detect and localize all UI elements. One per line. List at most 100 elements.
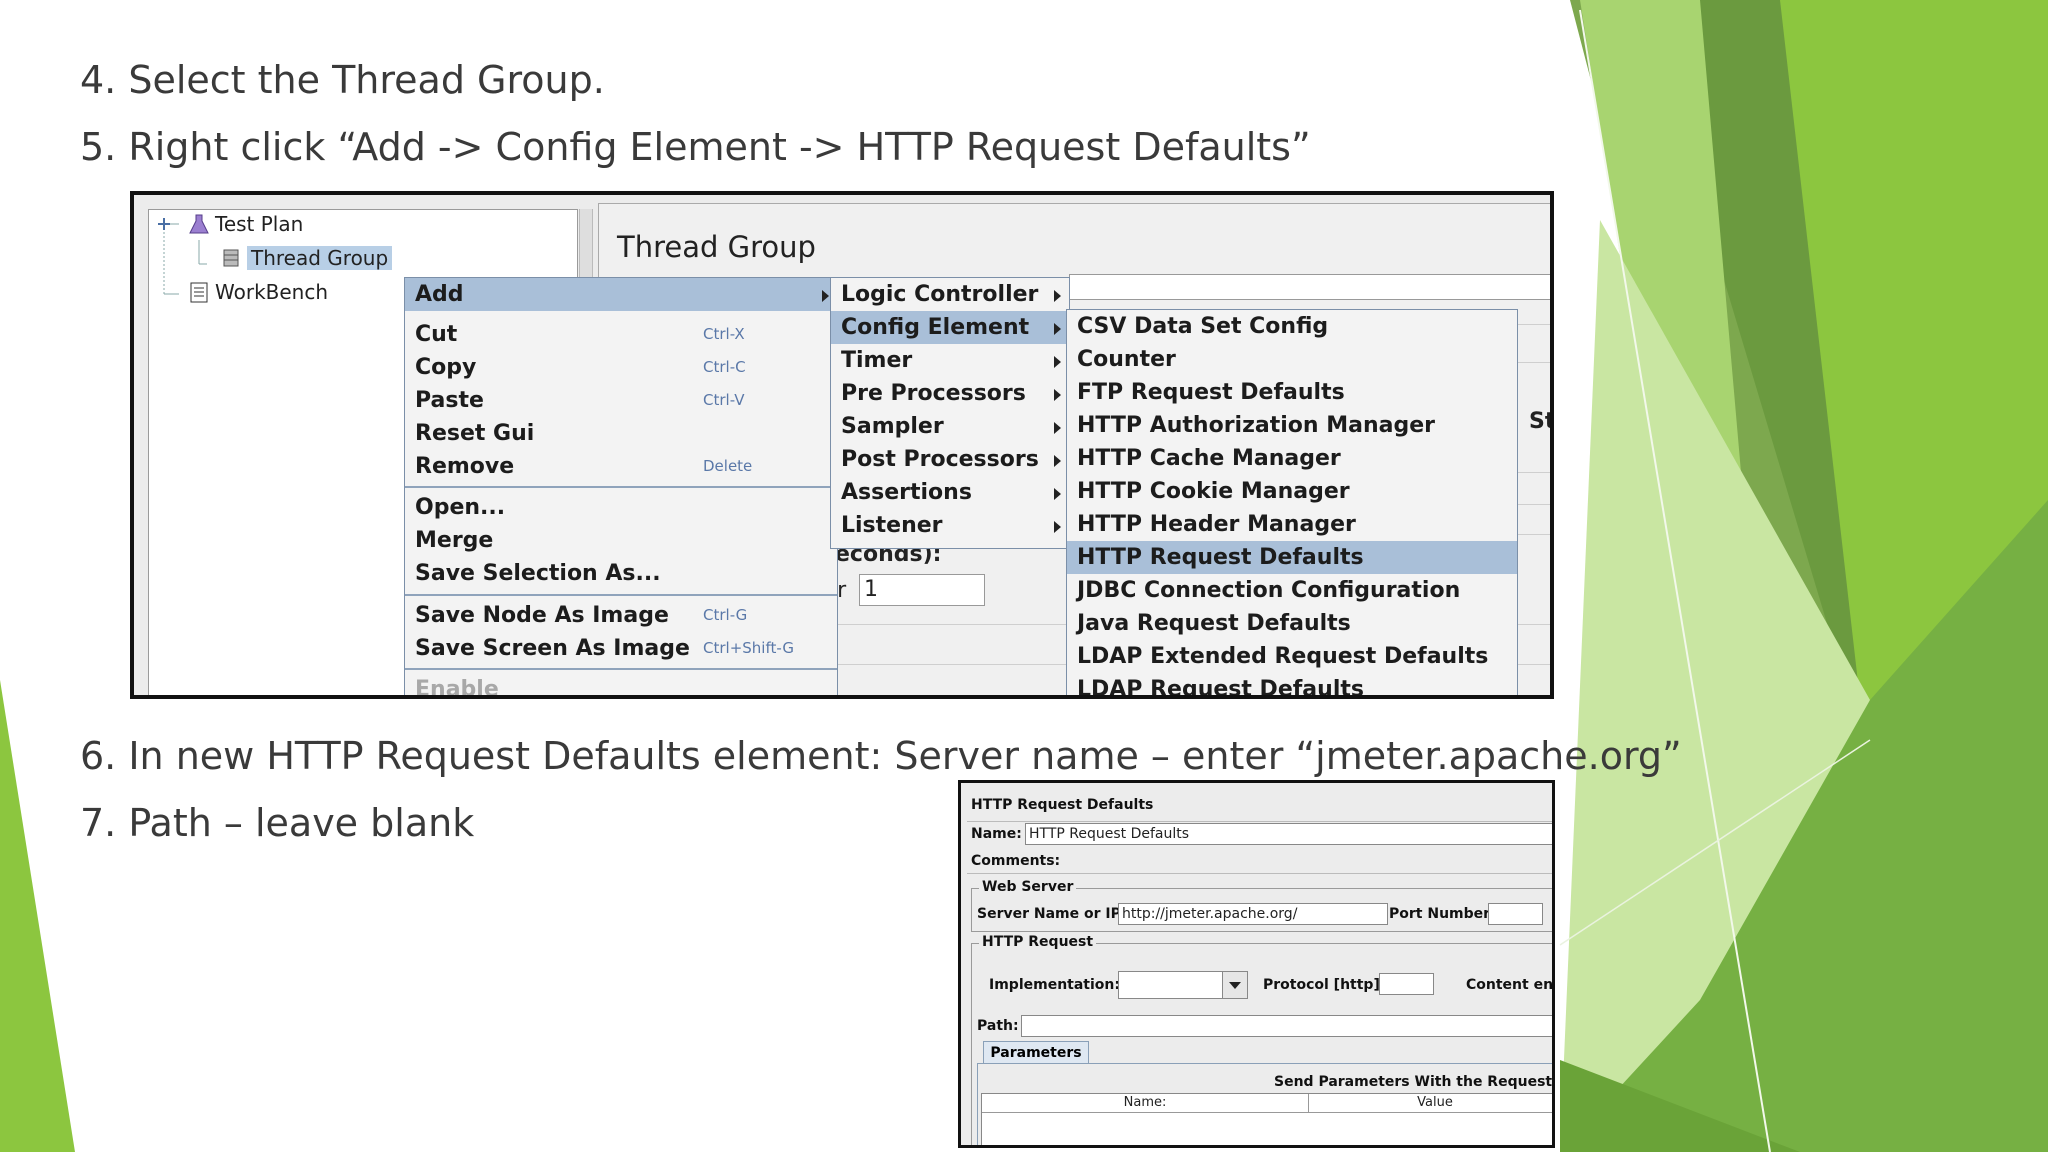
- port-number-label: Port Number:: [1389, 906, 1496, 922]
- loop-count-input[interactable]: 1: [859, 574, 985, 606]
- port-number-input[interactable]: [1488, 903, 1543, 925]
- config-item-counter[interactable]: Counter: [1067, 343, 1517, 376]
- server-name-input[interactable]: http://jmeter.apache.org/: [1118, 903, 1388, 925]
- menu-item-reset-gui[interactable]: Reset Gui: [405, 417, 837, 450]
- submenu-item-pre-processors[interactable]: Pre Processors: [831, 377, 1069, 410]
- cut-off-label: St: [1529, 409, 1554, 434]
- config-item-http-request-defaults[interactable]: HTTP Request Defaults: [1067, 541, 1517, 574]
- parameters-table: Name: Value: [981, 1093, 1552, 1145]
- menu-item-enable: Enable: [405, 673, 837, 699]
- element-title: HTTP Request Defaults: [971, 797, 1154, 813]
- menu-item-label: Merge: [415, 528, 494, 553]
- panel-title: Thread Group: [617, 230, 816, 264]
- submenu-item-assertions[interactable]: Assertions: [831, 476, 1069, 509]
- path-label: Path:: [977, 1018, 1019, 1034]
- config-item-ftp-request-defaults[interactable]: FTP Request Defaults: [1067, 376, 1517, 409]
- menu-item-cut[interactable]: Cut Ctrl-X: [405, 318, 837, 351]
- menu-item-merge[interactable]: Merge: [405, 524, 837, 557]
- jmeter-context-menu-screenshot: Test Plan Thread Group WorkBench Thread …: [130, 191, 1554, 699]
- add-submenu: Logic Controller Config Element Timer Pr…: [830, 277, 1070, 549]
- path-input[interactable]: [1021, 1015, 1552, 1037]
- config-item-csv-data-set-config[interactable]: CSV Data Set Config: [1067, 310, 1517, 343]
- config-item-java-request-defaults[interactable]: Java Request Defaults: [1067, 607, 1517, 640]
- shortcut-label: Delete: [703, 457, 753, 475]
- submenu-item-sampler[interactable]: Sampler: [831, 410, 1069, 443]
- submenu-item-logic-controller[interactable]: Logic Controller: [831, 278, 1069, 311]
- tree-item-workbench[interactable]: WorkBench: [189, 280, 328, 304]
- menu-item-label: HTTP Cookie Manager: [1077, 479, 1350, 504]
- content-encoding-label: Content enc: [1466, 977, 1555, 993]
- menu-item-save-selection-as[interactable]: Save Selection As...: [405, 557, 837, 590]
- menu-item-add[interactable]: Add: [405, 278, 837, 311]
- menu-item-label: Assertions: [841, 480, 972, 505]
- send-parameters-label: Send Parameters With the Request:: [1274, 1074, 1555, 1090]
- shortcut-label: Ctrl+Shift-G: [703, 639, 794, 657]
- chevron-down-icon[interactable]: [1222, 972, 1247, 998]
- panel-name-field[interactable]: [1069, 274, 1550, 300]
- tree-item-label: Test Plan: [215, 212, 304, 236]
- flask-icon: [189, 213, 209, 235]
- comments-label: Comments:: [971, 853, 1061, 869]
- menu-item-label: HTTP Authorization Manager: [1077, 413, 1435, 438]
- spool-icon: [221, 247, 241, 269]
- menu-item-label: Config Element: [841, 315, 1030, 340]
- submenu-item-timer[interactable]: Timer: [831, 344, 1069, 377]
- shortcut-label: Ctrl-C: [703, 358, 746, 376]
- menu-item-save-screen-as-image[interactable]: Save Screen As Image Ctrl+Shift-G: [405, 632, 837, 665]
- tree-item-label: Thread Group: [247, 246, 393, 270]
- config-item-ldap-extended-request-defaults[interactable]: LDAP Extended Request Defaults: [1067, 640, 1517, 673]
- tree-item-label: WorkBench: [215, 280, 329, 304]
- menu-item-label: Java Request Defaults: [1077, 611, 1351, 636]
- menu-item-label: LDAP Request Defaults: [1077, 677, 1364, 699]
- config-item-ldap-request-defaults[interactable]: LDAP Request Defaults: [1067, 673, 1517, 699]
- menu-item-label: Enable: [415, 677, 499, 699]
- web-server-legend: Web Server: [979, 879, 1077, 895]
- config-item-http-cache-manager[interactable]: HTTP Cache Manager: [1067, 442, 1517, 475]
- menu-item-label: Counter: [1077, 347, 1176, 372]
- menu-item-label: Add: [415, 282, 464, 307]
- menu-item-remove[interactable]: Remove Delete: [405, 450, 837, 483]
- menu-item-label: Save Selection As...: [415, 561, 661, 586]
- column-header-value[interactable]: Value: [1309, 1094, 1552, 1113]
- config-item-http-header-manager[interactable]: HTTP Header Manager: [1067, 508, 1517, 541]
- config-item-http-authorization-manager[interactable]: HTTP Authorization Manager: [1067, 409, 1517, 442]
- protocol-input[interactable]: [1379, 973, 1434, 995]
- tab-parameters[interactable]: Parameters: [983, 1041, 1089, 1064]
- menu-item-copy[interactable]: Copy Ctrl-C: [405, 351, 837, 384]
- name-label: Name:: [971, 826, 1022, 842]
- step-6-text: 6. In new HTTP Request Defaults element:…: [80, 734, 1682, 778]
- shortcut-label: Ctrl-X: [703, 325, 745, 343]
- implementation-select[interactable]: [1118, 971, 1248, 999]
- http-request-legend: HTTP Request: [979, 934, 1097, 950]
- submenu-item-post-processors[interactable]: Post Processors: [831, 443, 1069, 476]
- server-name-label: Server Name or IP:: [977, 906, 1127, 922]
- menu-item-label: Save Node As Image: [415, 603, 669, 628]
- menu-item-label: LDAP Extended Request Defaults: [1077, 644, 1489, 669]
- menu-item-label: Logic Controller: [841, 282, 1039, 307]
- submenu-item-config-element[interactable]: Config Element: [831, 311, 1069, 344]
- menu-item-label: HTTP Header Manager: [1077, 512, 1356, 537]
- menu-item-save-node-as-image[interactable]: Save Node As Image Ctrl-G: [405, 599, 837, 632]
- column-header-name[interactable]: Name:: [982, 1094, 1309, 1113]
- http-request-defaults-screenshot: HTTP Request Defaults Name: HTTP Request…: [958, 780, 1555, 1148]
- menu-item-label: Timer: [841, 348, 913, 373]
- menu-item-open[interactable]: Open...: [405, 491, 837, 524]
- menu-item-label: Save Screen As Image: [415, 636, 690, 661]
- tree-item-test-plan[interactable]: Test Plan: [189, 212, 303, 236]
- menu-item-label: Copy: [415, 355, 477, 380]
- tree-item-thread-group[interactable]: Thread Group: [221, 246, 393, 270]
- menu-item-label: Remove: [415, 454, 515, 479]
- config-item-http-cookie-manager[interactable]: HTTP Cookie Manager: [1067, 475, 1517, 508]
- menu-item-label: Paste: [415, 388, 484, 413]
- submenu-item-listener[interactable]: Listener: [831, 509, 1069, 542]
- step-7-text: 7. Path – leave blank: [80, 801, 475, 845]
- column-header-label: Value: [1417, 1095, 1453, 1110]
- step-5-text: 5. Right click “Add -> Config Element ->…: [80, 125, 1311, 169]
- implementation-label: Implementation:: [989, 977, 1120, 993]
- config-item-jdbc-connection-configuration[interactable]: JDBC Connection Configuration: [1067, 574, 1517, 607]
- menu-item-paste[interactable]: Paste Ctrl-V: [405, 384, 837, 417]
- name-input[interactable]: HTTP Request Defaults: [1025, 823, 1552, 845]
- menu-item-label: Sampler: [841, 414, 944, 439]
- clipboard-icon: [189, 281, 209, 303]
- menu-item-label: Post Processors: [841, 447, 1039, 472]
